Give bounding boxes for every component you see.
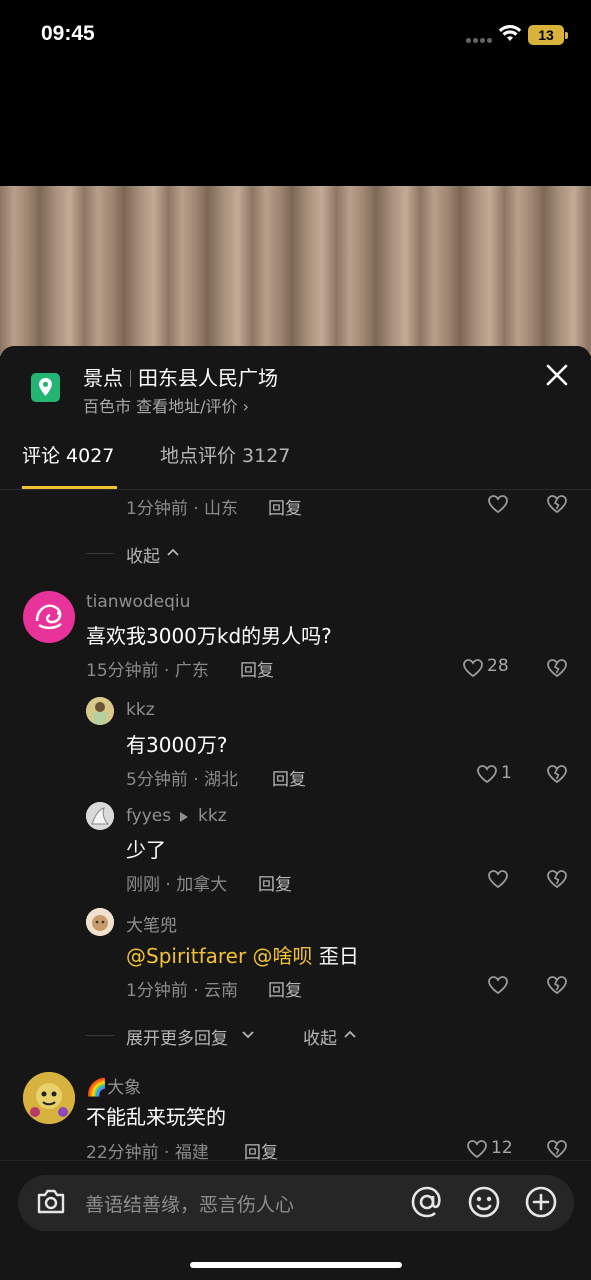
comment-meta: 1分钟前 · 山东: [126, 499, 239, 519]
comment-username[interactable]: tianwodeqiu: [86, 592, 190, 612]
fold-divider: [86, 553, 114, 554]
add-icon[interactable]: [524, 1185, 558, 1219]
chevron-down-icon: [242, 1031, 254, 1039]
heart-icon[interactable]: [487, 494, 509, 514]
camera-icon[interactable]: [35, 1186, 67, 1216]
avatar[interactable]: [23, 1072, 75, 1124]
location-subtitle[interactable]: 百色市 查看地址/评价 ›: [83, 393, 249, 417]
reply-arrow-icon: [180, 812, 188, 822]
chevron-up-icon: [344, 1030, 356, 1038]
close-icon[interactable]: [543, 361, 571, 389]
comment-text: 有3000万?: [126, 733, 228, 757]
collapse-replies-button[interactable]: 收起: [126, 542, 160, 567]
reply-target-username[interactable]: kkz: [198, 806, 227, 826]
avatar[interactable]: [86, 697, 114, 725]
heart-icon[interactable]: [487, 869, 509, 889]
heart-icon[interactable]: [476, 764, 498, 784]
comment-username[interactable]: fyyes: [126, 806, 171, 826]
dislike-icon[interactable]: [546, 764, 568, 784]
comment-meta: 刚刚 · 加拿大: [126, 875, 228, 895]
reply-button[interactable]: 回复: [258, 870, 292, 895]
reply-button[interactable]: 回复: [268, 976, 302, 1001]
heart-icon[interactable]: [466, 1139, 488, 1159]
tab-comments[interactable]: 评论 4027: [22, 441, 114, 468]
title-separator: [130, 370, 131, 387]
comment-username[interactable]: 大笔兜: [126, 911, 177, 936]
dislike-icon[interactable]: [546, 494, 568, 514]
comment-text: 喜欢我3000万kd的男人吗?: [86, 624, 332, 648]
heart-icon[interactable]: [462, 658, 484, 678]
rainbow-icon: 🌈: [86, 1078, 108, 1098]
location-title[interactable]: 景点 田东县人民广场: [83, 362, 278, 391]
battery-indicator: 13: [528, 25, 568, 45]
comment-text: 不能乱来玩笑的: [86, 1105, 226, 1129]
comment-meta: 5分钟前 · 湖北: [126, 770, 239, 790]
status-bar: 09:45 13: [0, 0, 591, 70]
collapse-replies-button[interactable]: 收起: [303, 1024, 337, 1049]
heart-icon[interactable]: [487, 975, 509, 995]
like-count: 1: [501, 763, 512, 783]
mention-icon[interactable]: [410, 1185, 444, 1219]
dislike-icon[interactable]: [546, 869, 568, 889]
home-indicator[interactable]: [190, 1262, 402, 1268]
comment-text: 少了: [126, 838, 166, 862]
avatar[interactable]: [86, 908, 114, 936]
wifi-icon: [498, 25, 522, 41]
comment-meta: 15分钟前 · 广东: [86, 661, 209, 681]
mention-link[interactable]: @啥呗: [253, 944, 313, 968]
avatar[interactable]: [86, 802, 114, 830]
battery-level: 13: [538, 27, 554, 43]
comment-username[interactable]: 🌈大象: [86, 1073, 141, 1098]
chevron-up-icon: [167, 548, 179, 556]
comment-input-placeholder: 善语结善缘，恶言伤人心: [85, 1194, 295, 1216]
location-pin-icon: [31, 373, 60, 402]
signal-icon: [466, 38, 492, 44]
dislike-icon[interactable]: [546, 658, 568, 678]
comment-text: @Spiritfarer @啥呗 歪日: [126, 944, 359, 968]
video-preview[interactable]: [0, 186, 591, 356]
emoji-icon[interactable]: [467, 1185, 501, 1219]
fold-divider: [86, 1035, 114, 1036]
view-address-link[interactable]: 查看地址/评价 ›: [136, 397, 249, 416]
dislike-icon[interactable]: [546, 975, 568, 995]
comment-meta: 1分钟前 · 云南: [126, 981, 239, 1001]
avatar[interactable]: [23, 591, 75, 643]
like-count: 12: [491, 1138, 513, 1158]
mention-link[interactable]: @Spiritfarer: [126, 944, 246, 968]
location-category: 景点: [83, 366, 123, 390]
location-city: 百色市: [83, 397, 132, 416]
reply-button[interactable]: 回复: [268, 494, 302, 519]
comment-username[interactable]: kkz: [126, 700, 155, 720]
tab-divider: [0, 489, 591, 490]
dislike-icon[interactable]: [546, 1139, 568, 1159]
location-name: 田东县人民广场: [138, 366, 278, 390]
reply-button[interactable]: 回复: [240, 656, 274, 681]
tab-location-reviews[interactable]: 地点评价 3127: [160, 441, 290, 468]
like-count: 28: [487, 656, 509, 676]
expand-more-replies-button[interactable]: 展开更多回复: [126, 1024, 228, 1049]
reply-button[interactable]: 回复: [272, 765, 306, 790]
status-time: 09:45: [41, 22, 95, 45]
